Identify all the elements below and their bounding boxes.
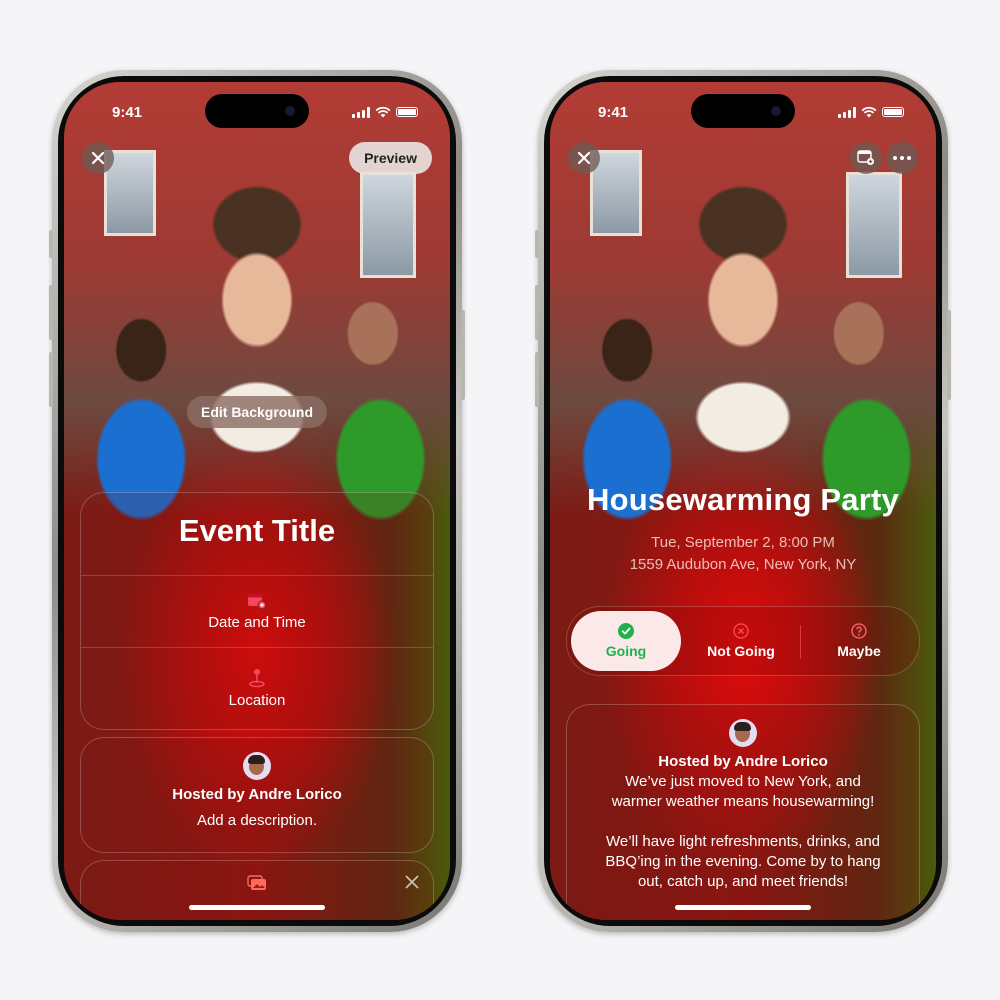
close-button[interactable]	[568, 142, 600, 174]
calendar-add-icon	[857, 150, 874, 165]
event-details-card: Event Title Date and Time Location	[80, 492, 434, 730]
add-to-calendar-button[interactable]	[850, 142, 882, 174]
battery-icon	[396, 107, 418, 117]
side-button	[947, 310, 951, 400]
rsvp-going-label: Going	[605, 643, 647, 659]
question-circle-icon	[851, 623, 867, 639]
description-text: We’ve just moved to New York, and warmer…	[567, 772, 919, 892]
more-options-button[interactable]	[886, 142, 918, 174]
host-avatar	[243, 752, 271, 780]
close-icon	[91, 151, 105, 165]
status-time: 9:41	[598, 104, 629, 121]
volume-up-button	[49, 285, 53, 340]
volume-down-button	[49, 352, 53, 407]
event-title: Housewarming Party	[587, 482, 899, 517]
location-label: Location	[228, 691, 286, 709]
wifi-icon	[861, 106, 877, 118]
location-row[interactable]: Location	[81, 647, 433, 729]
description-line: out, catch up, and meet friends!	[637, 873, 849, 890]
action-button	[535, 230, 539, 258]
status-bar: 9:41	[550, 100, 936, 121]
date-time-row[interactable]: Date and Time	[81, 575, 433, 647]
rsvp-not-going-label: Not Going	[707, 643, 775, 659]
status-time: 9:41	[112, 104, 143, 121]
x-circle-icon	[733, 623, 749, 639]
location-pin-icon	[249, 668, 265, 687]
wifi-icon	[375, 106, 391, 118]
calendar-add-icon	[248, 593, 267, 609]
cellular-signal-icon	[838, 106, 856, 118]
volume-up-button	[535, 285, 539, 340]
phone-edit-invite: 9:41 Preview Edit Background Event Title…	[49, 70, 465, 932]
cellular-signal-icon	[352, 106, 370, 118]
rsvp-maybe[interactable]: Maybe	[803, 611, 915, 671]
side-button	[461, 310, 465, 400]
rsvp-segmented-control: Going Not Going Maybe	[566, 606, 920, 676]
host-card: Hosted by Andre Lorico We’ve just moved …	[566, 704, 920, 920]
preview-button[interactable]: Preview	[349, 142, 432, 174]
photos-card[interactable]	[80, 860, 434, 920]
rsvp-going[interactable]: Going	[571, 611, 681, 671]
close-icon	[577, 151, 591, 165]
description-line: We’ve just moved to New York, and	[625, 773, 861, 790]
date-time-label: Date and Time	[208, 613, 306, 631]
description-line: We’ll have light refreshments, drinks, a…	[605, 833, 880, 850]
status-bar: 9:41	[64, 100, 450, 121]
battery-icon	[882, 107, 904, 117]
more-icon	[893, 156, 911, 160]
host-card: Hosted by Andre Lorico Add a description…	[80, 737, 434, 853]
photos-icon	[247, 875, 266, 890]
hosted-by-label: Hosted by Andre Lorico	[658, 753, 828, 770]
event-date-time: Tue, September 2, 8:00 PM	[651, 534, 835, 551]
screen: 9:41 Housewarming Party Tue, September 2…	[550, 82, 936, 920]
rsvp-maybe-label: Maybe	[837, 643, 881, 659]
divider	[800, 625, 801, 659]
home-indicator[interactable]	[189, 905, 325, 910]
host-avatar	[729, 719, 757, 747]
action-button	[49, 230, 53, 258]
event-title-field[interactable]: Event Title	[81, 513, 433, 549]
description-line: warmer weather means housewarming!	[611, 793, 875, 810]
dismiss-photos-button[interactable]	[405, 875, 419, 889]
edit-background-button[interactable]: Edit Background	[186, 396, 328, 428]
phone-invite-preview: 9:41 Housewarming Party Tue, September 2…	[535, 70, 951, 932]
description-field[interactable]: Add a description.	[81, 811, 433, 831]
event-location[interactable]: 1559 Audubon Ave, New York, NY	[550, 556, 936, 573]
volume-down-button	[535, 352, 539, 407]
rsvp-not-going[interactable]: Not Going	[685, 611, 797, 671]
close-button[interactable]	[82, 142, 114, 174]
home-indicator[interactable]	[675, 905, 811, 910]
checkmark-circle-icon	[618, 623, 634, 639]
hosted-by-label: Hosted by Andre Lorico	[172, 786, 342, 803]
description-line: BBQ’ing in the evening. Come by to hang	[605, 853, 881, 870]
screen: 9:41 Preview Edit Background Event Title…	[64, 82, 450, 920]
